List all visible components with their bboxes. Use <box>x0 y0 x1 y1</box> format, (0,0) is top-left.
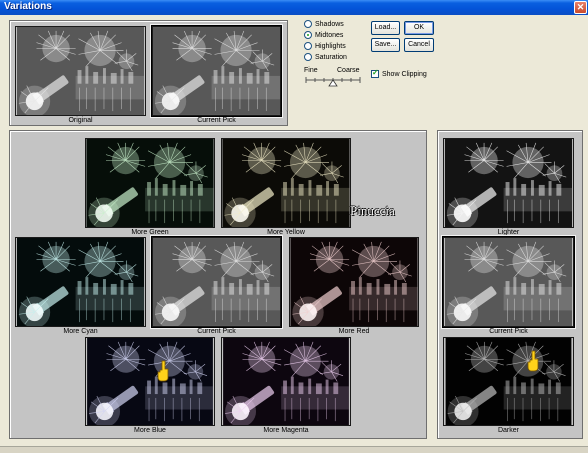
pointing-hand-icon <box>157 360 169 382</box>
current-pick-thumbnail[interactable] <box>151 25 282 117</box>
coarse-label: Coarse <box>337 67 360 74</box>
ok-button[interactable]: OK <box>404 21 434 35</box>
checkbox-indicator[interactable] <box>371 68 379 78</box>
more-cyan-caption: More Cyan <box>63 328 98 335</box>
fireworks-image <box>444 139 573 227</box>
watermark-logo: Pinuccia <box>350 203 395 218</box>
fireworks-image <box>290 238 418 326</box>
darker-caption: Darker <box>497 427 519 434</box>
show-clipping-checkbox[interactable]: Show Clipping <box>371 68 427 78</box>
more-red-thumbnail[interactable] <box>289 237 419 327</box>
show-clipping-label: Show Clipping <box>382 70 427 78</box>
radio-highlights[interactable]: Highlights <box>304 42 346 50</box>
more-red-caption: More Red <box>338 328 370 335</box>
radio-label: Shadows <box>315 20 344 28</box>
more-cyan-thumbnail[interactable] <box>15 237 146 327</box>
radio-label: Highlights <box>315 42 346 50</box>
fireworks-image <box>222 139 350 227</box>
lighter-thumbnail[interactable] <box>443 138 574 228</box>
close-icon: ✕ <box>576 2 585 12</box>
radio-indicator[interactable] <box>304 42 312 50</box>
close-button[interactable]: ✕ <box>574 1 587 14</box>
fireworks-image <box>444 238 573 326</box>
center-current-pick-caption: Current Pick <box>197 328 236 335</box>
cancel-button[interactable]: Cancel <box>404 38 434 52</box>
original-caption: Original <box>68 117 93 124</box>
pointing-hand-icon <box>527 350 539 372</box>
radio-label: Midtones <box>315 31 344 39</box>
fireworks-image <box>153 238 280 326</box>
original-thumbnail <box>15 26 146 116</box>
fineness-slider[interactable] <box>304 75 362 87</box>
save-button[interactable]: Save... <box>371 38 400 52</box>
more-green-thumbnail[interactable] <box>85 138 215 228</box>
fireworks-image <box>153 27 280 115</box>
lighter-caption: Lighter <box>497 229 520 236</box>
fireworks-image <box>86 338 214 425</box>
radio-shadows[interactable]: Shadows <box>304 20 344 28</box>
brightness-current-pick-caption: Current Pick <box>489 328 528 335</box>
radio-label: Saturation <box>315 53 347 61</box>
more-magenta-caption: More Magenta <box>263 427 309 434</box>
more-yellow-caption: More Yellow <box>267 229 305 236</box>
fireworks-image <box>16 238 145 326</box>
radio-midtones[interactable]: Midtones <box>304 31 343 39</box>
center-current-pick-thumbnail[interactable] <box>151 236 282 328</box>
radio-indicator[interactable] <box>304 31 312 39</box>
fireworks-image <box>86 139 214 227</box>
more-green-caption: More Green <box>131 229 169 236</box>
radio-indicator[interactable] <box>304 53 312 61</box>
radio-saturation[interactable]: Saturation <box>304 53 347 61</box>
slider-thumb[interactable] <box>328 79 338 87</box>
more-yellow-thumbnail[interactable] <box>221 138 351 228</box>
variations-window: Variations ✕ Original Current Pick Shado… <box>0 0 588 453</box>
darker-thumbnail[interactable] <box>443 337 574 426</box>
more-magenta-thumbnail[interactable] <box>221 337 351 426</box>
radio-indicator[interactable] <box>304 20 312 28</box>
brightness-current-pick-thumbnail[interactable] <box>442 236 575 328</box>
fireworks-image <box>445 338 572 425</box>
title-bar[interactable]: Variations ✕ <box>0 0 588 15</box>
current-pick-caption: Current Pick <box>197 117 236 124</box>
fireworks-image <box>222 338 350 425</box>
more-blue-thumbnail[interactable] <box>85 337 215 426</box>
more-blue-caption: More Blue <box>134 427 166 434</box>
window-title: Variations <box>4 1 52 12</box>
fine-label: Fine <box>304 67 318 74</box>
bottom-strip <box>0 446 588 453</box>
load-button[interactable]: Load... <box>371 21 400 35</box>
fireworks-image <box>16 27 145 115</box>
